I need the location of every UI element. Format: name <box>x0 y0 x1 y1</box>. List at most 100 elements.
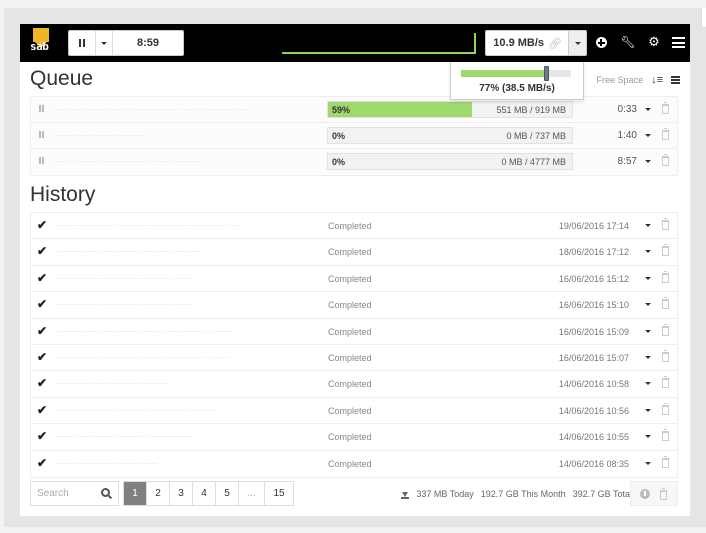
job-status: Completed <box>328 326 372 337</box>
caret-down-icon[interactable] <box>645 461 651 465</box>
page-15[interactable]: 15 <box>265 482 293 505</box>
progress-bar: 59% 551 MB / 919 MB <box>327 101 573 118</box>
caret-down-icon[interactable] <box>645 224 651 227</box>
caret-down-icon[interactable] <box>645 408 651 412</box>
speed-limit-slider[interactable] <box>461 66 571 81</box>
caret-down-icon[interactable] <box>645 276 651 280</box>
check-icon: ✔ <box>37 402 48 417</box>
search-input[interactable] <box>37 488 97 499</box>
list-view-icon[interactable] <box>671 76 680 84</box>
gear-icon[interactable]: ⚙︎ <box>646 34 662 50</box>
progress-bar: 0% 0 MB / 4777 MB <box>327 153 573 170</box>
caret-down-icon <box>574 41 581 45</box>
speed-display[interactable]: 10.9 MB/s 🔗︎ <box>486 31 569 55</box>
caret-down-icon[interactable] <box>645 108 651 111</box>
history-row: ✔ ~~~ ~~~~~~~ ~~~~~~~ ~~~~ ~~~~~~~~ ~~~~~… <box>31 265 677 293</box>
pagination: 1 2 3 4 5... 15 <box>123 481 294 506</box>
progress-percent: 59% <box>332 105 351 115</box>
sabnzbd-logo[interactable]: sab <box>30 28 52 56</box>
page-5[interactable]: 5 <box>216 482 239 505</box>
progress-percent: 0% <box>332 157 346 167</box>
time-left: 8:59 <box>136 37 160 49</box>
caret-down-icon[interactable] <box>645 382 651 386</box>
pause-item-icon[interactable] <box>39 157 44 164</box>
trash-icon[interactable] <box>662 323 669 336</box>
pause-button[interactable] <box>69 31 96 55</box>
progress-size: 0 MB / 4777 MB <box>501 157 566 167</box>
slider-handle[interactable] <box>543 66 549 81</box>
trash-icon[interactable] <box>662 128 669 140</box>
queue-controls: 8:59 <box>68 30 184 56</box>
add-icon <box>595 37 607 48</box>
navbar: sab 8:59 10.9 MB/s 🔗︎ 🔧︎ ⚙︎ <box>20 24 690 62</box>
eta: 0:33 <box>617 104 637 115</box>
wrench-icon[interactable]: 🔧︎ <box>620 34 636 50</box>
pause-dropdown-button[interactable] <box>96 31 113 55</box>
job-name[interactable]: ~~~ ~~~~~~~ ~~~~~~~ ~~~~ ~~~~~~~~ ~~~~~~… <box>55 345 325 370</box>
queue-row: ~~~~~~~ ~~~~~~~ ~~~~~~~~~ ~~~~~~ ~~~~ 0%… <box>31 123 677 149</box>
page-2[interactable]: 2 <box>147 482 170 505</box>
job-name[interactable]: ~~~ ~~~~~~~ ~~~~~~~ ~~~~ ~~~~~~~~ ~~~~~~… <box>55 266 325 291</box>
trash-icon[interactable] <box>662 429 669 442</box>
speed-sparkline <box>282 33 476 54</box>
menu-button[interactable] <box>670 34 686 50</box>
job-name[interactable]: ~~~~~ ~~ ~~~~~~~~~ ~~~~~~~~~ ~~~~~~~ ~~~… <box>55 149 325 175</box>
pause-item-icon[interactable] <box>39 105 44 112</box>
caret-down-icon[interactable] <box>645 160 651 163</box>
queue-tools: Free Space ↓≡ <box>597 74 680 86</box>
trash-icon[interactable] <box>662 102 669 114</box>
job-name[interactable]: ~~~~~~~ ~~~~~ ~~~~~~~~~ ~~~~~ ~~~~~ ~~~~… <box>55 451 325 477</box>
job-name[interactable]: ~~~~~~~ ~~~~~~~ ~~~~~~~~~ ~~~~~~ ~~~~ <box>55 123 325 148</box>
job-name[interactable]: ~~~ ~~~~~~~ ~~~~~~~ ~~~~ ~~~~~~~~ ~~~~~~… <box>55 292 325 317</box>
trash-icon[interactable] <box>662 402 669 415</box>
history-actions <box>630 481 678 506</box>
completed-date: 14/06/2016 10:56 <box>558 405 629 416</box>
trash-icon[interactable] <box>662 270 669 283</box>
completed-date: 16/06/2016 15:07 <box>558 352 629 363</box>
pause-item-icon[interactable] <box>39 131 44 138</box>
history-row: ✔ ~~~~ ~~~~~~~~ ~~ ~ ~~ ~~~~~~~ ~~~~~~ ~~… <box>31 371 677 398</box>
caret-down-icon[interactable] <box>645 329 651 333</box>
add-nzb-button[interactable] <box>593 34 609 50</box>
caret-down-icon[interactable] <box>645 435 651 439</box>
stats-month: 192.7 GB This Month <box>480 489 566 499</box>
trash-icon[interactable] <box>662 218 669 230</box>
progress-size: 0 MB / 737 MB <box>506 131 566 141</box>
page-3[interactable]: 3 <box>170 482 193 505</box>
caret-down-icon[interactable] <box>645 355 651 359</box>
job-name[interactable]: ~~~~ ~~~~~~~~ ~~ ~ ~~ ~~~~~~~ ~~~~~~ ~~~… <box>55 371 325 396</box>
trash-icon[interactable] <box>662 455 669 468</box>
trash-icon[interactable] <box>662 349 669 362</box>
speed-dropdown-button[interactable] <box>569 31 586 55</box>
trash-icon[interactable] <box>660 488 667 500</box>
job-name[interactable]: ~~~ ~~~~~~~ ~~~~~~~ ~~~~ ~~~~~~~~ ~~~~~~… <box>55 239 325 264</box>
check-icon: ✔ <box>37 349 48 364</box>
job-name[interactable]: ~~~~~~~ ~~~~~ ~~~~~~~~~ ~~~~~~~~ ~~~~~ ~… <box>55 424 325 449</box>
search-icon[interactable] <box>101 488 110 497</box>
info-icon[interactable] <box>640 489 650 499</box>
completed-date: 16/06/2016 15:09 <box>558 326 629 337</box>
job-name[interactable]: ~~~ ~~~~~~~ ~~~~~~~ ~~~~ ~~~~~~~~ ~~~~~~… <box>55 319 325 344</box>
check-icon: ✔ <box>37 244 48 259</box>
stats-total: 392.7 GB Total <box>572 489 632 499</box>
caret-down-icon[interactable] <box>645 303 651 307</box>
job-status: Completed <box>328 221 372 231</box>
completed-date: 16/06/2016 15:12 <box>558 273 629 284</box>
trash-icon[interactable] <box>662 297 669 310</box>
page-4[interactable]: 4 <box>193 482 216 505</box>
caret-down-icon <box>101 41 107 45</box>
page-1[interactable]: 1 <box>124 482 147 505</box>
caret-down-icon[interactable] <box>645 134 651 137</box>
completed-date: 14/06/2016 10:58 <box>558 379 629 390</box>
job-name[interactable]: ~~~~~ ~~~~~~ ~~~~~~~~ ~~~~ ~~~~ ~~~~~~~ … <box>55 97 325 122</box>
job-name[interactable]: ~~~~ ~~~~~~~~ ~~~~~~~~~~ ~~~~~ ~~~~~~~ ~… <box>55 398 325 423</box>
caret-down-icon[interactable] <box>645 250 651 254</box>
check-icon: ✔ <box>37 297 48 312</box>
search-field <box>30 481 119 506</box>
trash-icon[interactable] <box>662 244 669 257</box>
current-speed: 10.9 MB/s <box>493 37 545 49</box>
job-name[interactable]: ~~~~~~~ ~~~~~~ ~~~~~~~~ ~~~~~~ ~~~~~~ ~~… <box>55 213 325 238</box>
trash-icon[interactable] <box>662 154 669 166</box>
sort-icon[interactable]: ↓≡ <box>651 74 663 86</box>
trash-icon[interactable] <box>662 376 669 389</box>
